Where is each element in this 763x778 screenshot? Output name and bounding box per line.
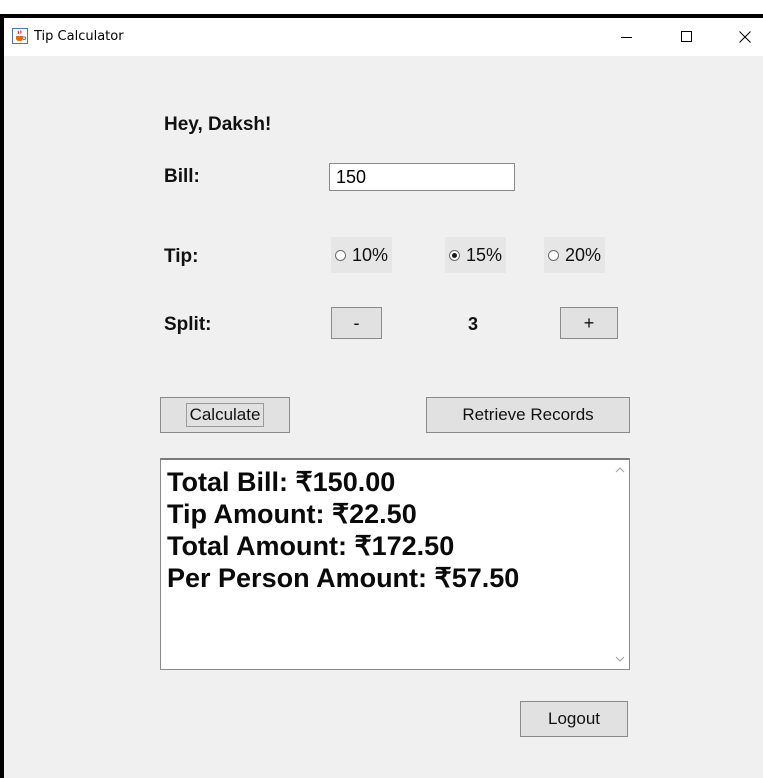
java-cup-icon [12, 28, 28, 44]
tip-label: Tip: [164, 246, 199, 267]
title-bar[interactable]: Tip Calculator [4, 18, 763, 56]
per-person-line: Per Person Amount: ₹57.50 [167, 563, 520, 593]
tip-option-label: 15% [466, 244, 503, 265]
results-textarea[interactable]: Total Bill: ₹150.00 Tip Amount: ₹22.50 T… [160, 458, 630, 670]
split-increment-button[interactable]: + [560, 307, 618, 339]
calculate-label: Calculate [185, 403, 265, 427]
minimize-icon [621, 37, 632, 38]
content-panel: Hey, Daksh! Bill: Tip: 10% 15% 20% Split… [4, 56, 763, 778]
close-icon [739, 31, 751, 43]
window-title: Tip Calculator [34, 29, 124, 44]
tip-option-label: 20% [565, 244, 602, 265]
app-window: Tip Calculator Hey, Daksh! Bill: Tip: 10… [0, 14, 763, 778]
split-decrement-button[interactable]: - [331, 307, 382, 339]
close-button[interactable] [722, 18, 763, 56]
total-amount-line: Total Amount: ₹172.50 [167, 531, 455, 561]
scroll-down-icon[interactable] [615, 654, 625, 664]
vertical-scrollbar[interactable] [611, 460, 629, 669]
radio-icon [335, 249, 346, 261]
maximize-icon [681, 31, 692, 42]
retrieve-records-button[interactable]: Retrieve Records [426, 397, 630, 433]
tip-amount-line: Tip Amount: ₹22.50 [167, 499, 417, 529]
bill-input[interactable] [329, 163, 515, 191]
split-value: 3 [468, 314, 479, 334]
tip-option-10[interactable]: 10% [331, 237, 393, 273]
minimize-button[interactable] [604, 18, 650, 56]
radio-selected-icon [449, 249, 460, 261]
greeting-label: Hey, Daksh! [164, 114, 272, 135]
logout-button[interactable]: Logout [520, 701, 628, 737]
maximize-button[interactable] [664, 18, 710, 56]
bill-label: Bill: [164, 166, 200, 187]
calculate-button[interactable]: Calculate [160, 397, 290, 433]
split-label: Split: [164, 314, 212, 335]
tip-option-label: 10% [352, 244, 389, 265]
radio-icon [548, 249, 559, 261]
scroll-up-icon[interactable] [615, 465, 625, 475]
total-bill-line: Total Bill: ₹150.00 [167, 467, 396, 497]
results-text: Total Bill: ₹150.00 Tip Amount: ₹22.50 T… [167, 466, 519, 594]
tip-option-15[interactable]: 15% [445, 237, 507, 273]
tip-option-20[interactable]: 20% [544, 237, 606, 273]
